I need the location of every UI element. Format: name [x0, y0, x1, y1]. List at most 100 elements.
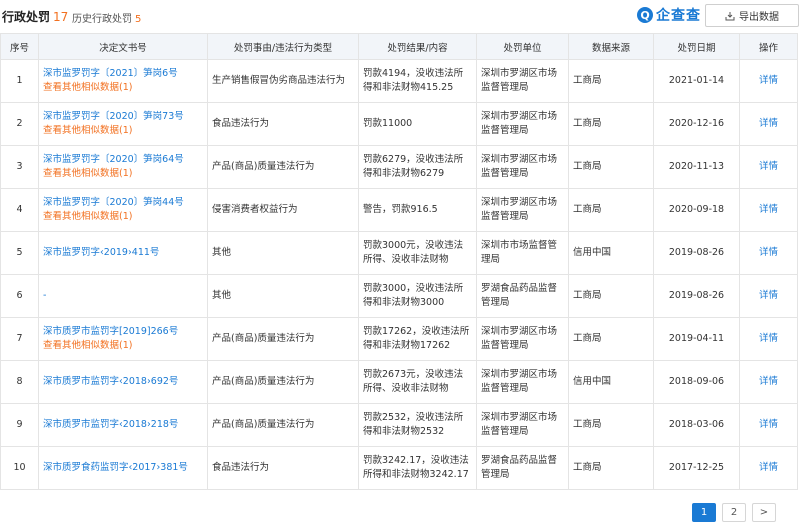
doc-cell: 深市监罗罚字〔2020〕笋岗73号 查看其他相似数据(1)	[38, 102, 208, 146]
doc-number-link[interactable]: 深市质罗市监罚字‹2018›218号	[43, 419, 178, 430]
date-cell: 2018-09-06	[653, 360, 740, 404]
similar-data-link[interactable]: 查看其他相似数据(1)	[43, 211, 132, 222]
logo-text: 企查查	[656, 8, 701, 24]
export-icon	[725, 11, 735, 20]
detail-link[interactable]: 详情	[759, 247, 778, 258]
detail-link[interactable]: 详情	[759, 204, 778, 215]
reason-cell: 食品违法行为	[207, 102, 359, 146]
doc-number-link[interactable]: 深市质罗食药监罚字‹2017›381号	[43, 462, 188, 473]
table-row: 6- 其他 罚款3000，没收违法所得和非法财物3000 罗湖食品药品监督管理局 工商局…	[0, 274, 798, 318]
unit-cell: 罗湖食品药品监督管理局	[476, 446, 569, 490]
export-data-button[interactable]: 导出数据	[705, 4, 799, 27]
history-tab-label: 历史行政处罚	[72, 14, 132, 25]
detail-link[interactable]: 详情	[759, 118, 778, 129]
page-button-2[interactable]: 2	[722, 503, 746, 522]
date-cell: 2019-08-26	[653, 274, 740, 318]
similar-data-link[interactable]: 查看其他相似数据(1)	[43, 125, 132, 136]
table-row: 3 深市监罗罚字〔2020〕笋岗64号 查看其他相似数据(1) 产品(商品)质量违法行…	[0, 145, 798, 189]
reason-cell: 产品(商品)质量违法行为	[207, 403, 359, 447]
section-header: 行政处罚 17 历史行政处罚 5 Q 企查查 导出数据	[0, 0, 800, 32]
table-row: 5 深市监罗罚字‹2019›411号 其他 罚款3000元，没收违法所得、没收非法财物…	[0, 231, 798, 275]
date-cell: 2021-01-14	[653, 59, 740, 103]
action-cell: 详情	[739, 145, 798, 189]
detail-link[interactable]: 详情	[759, 419, 778, 430]
date-cell: 2019-04-11	[653, 317, 740, 361]
source-cell: 工商局	[568, 145, 654, 189]
pagination: 1 2 >	[686, 503, 776, 522]
detail-link[interactable]: 详情	[759, 161, 778, 172]
next-page-button[interactable]: >	[752, 503, 776, 522]
reason-cell: 生产销售假冒伪劣商品违法行为	[207, 59, 359, 103]
col-header-action: 操作	[739, 33, 798, 60]
source-cell: 工商局	[568, 274, 654, 318]
col-header-doc: 决定文书号	[38, 33, 208, 60]
col-header-no: 序号	[0, 33, 39, 60]
reason-cell: 产品(商品)质量违法行为	[207, 317, 359, 361]
action-cell: 详情	[739, 403, 798, 447]
source-cell: 工商局	[568, 446, 654, 490]
logo-icon: Q	[637, 7, 653, 23]
date-cell: 2020-12-16	[653, 102, 740, 146]
doc-number-link[interactable]: 深市监罗罚字〔2020〕笋岗73号	[43, 111, 184, 122]
unit-cell: 深圳市罗湖区市场监督管理局	[476, 145, 569, 189]
similar-data-link[interactable]: 查看其他相似数据(1)	[43, 340, 132, 351]
doc-number-link[interactable]: 深市监罗罚字〔2020〕笋岗44号	[43, 197, 184, 208]
source-cell: 信用中国	[568, 231, 654, 275]
doc-number-link[interactable]: 深市质罗市监罚字‹2018›692号	[43, 376, 178, 387]
action-cell: 详情	[739, 446, 798, 490]
action-cell: 详情	[739, 59, 798, 103]
doc-cell: 深市质罗市监罚字‹2018›692号	[38, 360, 208, 404]
row-no: 4	[0, 188, 39, 232]
col-header-unit: 处罚单位	[476, 33, 569, 60]
unit-cell: 罗湖食品药品监督管理局	[476, 274, 569, 318]
source-cell: 工商局	[568, 403, 654, 447]
page-button-1[interactable]: 1	[692, 503, 716, 522]
row-no: 10	[0, 446, 39, 490]
doc-cell: 深市质罗市监罚字[2019]266号 查看其他相似数据(1)	[38, 317, 208, 361]
doc-number-link[interactable]: 深市监罗罚字〔2020〕笋岗64号	[43, 154, 184, 165]
similar-data-link[interactable]: 查看其他相似数据(1)	[43, 82, 132, 93]
history-tab[interactable]: 历史行政处罚 5	[72, 10, 141, 25]
col-header-source: 数据来源	[568, 33, 654, 60]
source-cell: 信用中国	[568, 360, 654, 404]
detail-link[interactable]: 详情	[759, 333, 778, 344]
row-no: 2	[0, 102, 39, 146]
reason-cell: 产品(商品)质量违法行为	[207, 360, 359, 404]
doc-cell: 深市监罗罚字‹2019›411号	[38, 231, 208, 275]
row-no: 7	[0, 317, 39, 361]
col-header-date: 处罚日期	[653, 33, 740, 60]
unit-cell: 深圳市罗湖区市场监督管理局	[476, 360, 569, 404]
doc-number-link[interactable]: -	[43, 290, 46, 301]
table-row: 1 深市监罗罚字〔2021〕笋岗6号 查看其他相似数据(1) 生产销售假冒伪劣商品违法…	[0, 59, 798, 103]
penalty-table: 序号 决定文书号 处罚事由/违法行为类型 处罚结果/内容 处罚单位 数据来源 处…	[0, 33, 798, 490]
table-row: 7 深市质罗市监罚字[2019]266号 查看其他相似数据(1) 产品(商品)质量违法…	[0, 317, 798, 361]
source-cell: 工商局	[568, 102, 654, 146]
section-title[interactable]: 行政处罚 17	[2, 8, 68, 25]
doc-number-link[interactable]: 深市质罗市监罚字[2019]266号	[43, 326, 178, 337]
row-no: 8	[0, 360, 39, 404]
history-tab-count: 5	[135, 14, 142, 25]
result-cell: 罚款17262，没收违法所得和非法财物17262	[358, 317, 477, 361]
doc-cell: 深市监罗罚字〔2020〕笋岗64号 查看其他相似数据(1)	[38, 145, 208, 189]
detail-link[interactable]: 详情	[759, 75, 778, 86]
detail-link[interactable]: 详情	[759, 462, 778, 473]
date-cell: 2018-03-06	[653, 403, 740, 447]
row-no: 3	[0, 145, 39, 189]
doc-number-link[interactable]: 深市监罗罚字‹2019›411号	[43, 247, 159, 258]
table-row: 2 深市监罗罚字〔2020〕笋岗73号 查看其他相似数据(1) 食品违法行为 罚款110…	[0, 102, 798, 146]
reason-cell: 其他	[207, 231, 359, 275]
detail-link[interactable]: 详情	[759, 376, 778, 387]
reason-cell: 侵害消费者权益行为	[207, 188, 359, 232]
row-no: 6	[0, 274, 39, 318]
similar-data-link[interactable]: 查看其他相似数据(1)	[43, 168, 132, 179]
unit-cell: 深圳市罗湖区市场监督管理局	[476, 403, 569, 447]
unit-cell: 深圳市罗湖区市场监督管理局	[476, 59, 569, 103]
doc-number-link[interactable]: 深市监罗罚字〔2021〕笋岗6号	[43, 68, 178, 79]
result-cell: 罚款2673元，没收违法所得、没收非法财物	[358, 360, 477, 404]
section-title-count: 17	[53, 10, 69, 24]
unit-cell: 深圳市罗湖区市场监督管理局	[476, 188, 569, 232]
table-row: 10 深市质罗食药监罚字‹2017›381号 食品违法行为 罚款3242.17，没收违…	[0, 446, 798, 490]
detail-link[interactable]: 详情	[759, 290, 778, 301]
row-no: 9	[0, 403, 39, 447]
export-data-label: 导出数据	[739, 12, 779, 23]
